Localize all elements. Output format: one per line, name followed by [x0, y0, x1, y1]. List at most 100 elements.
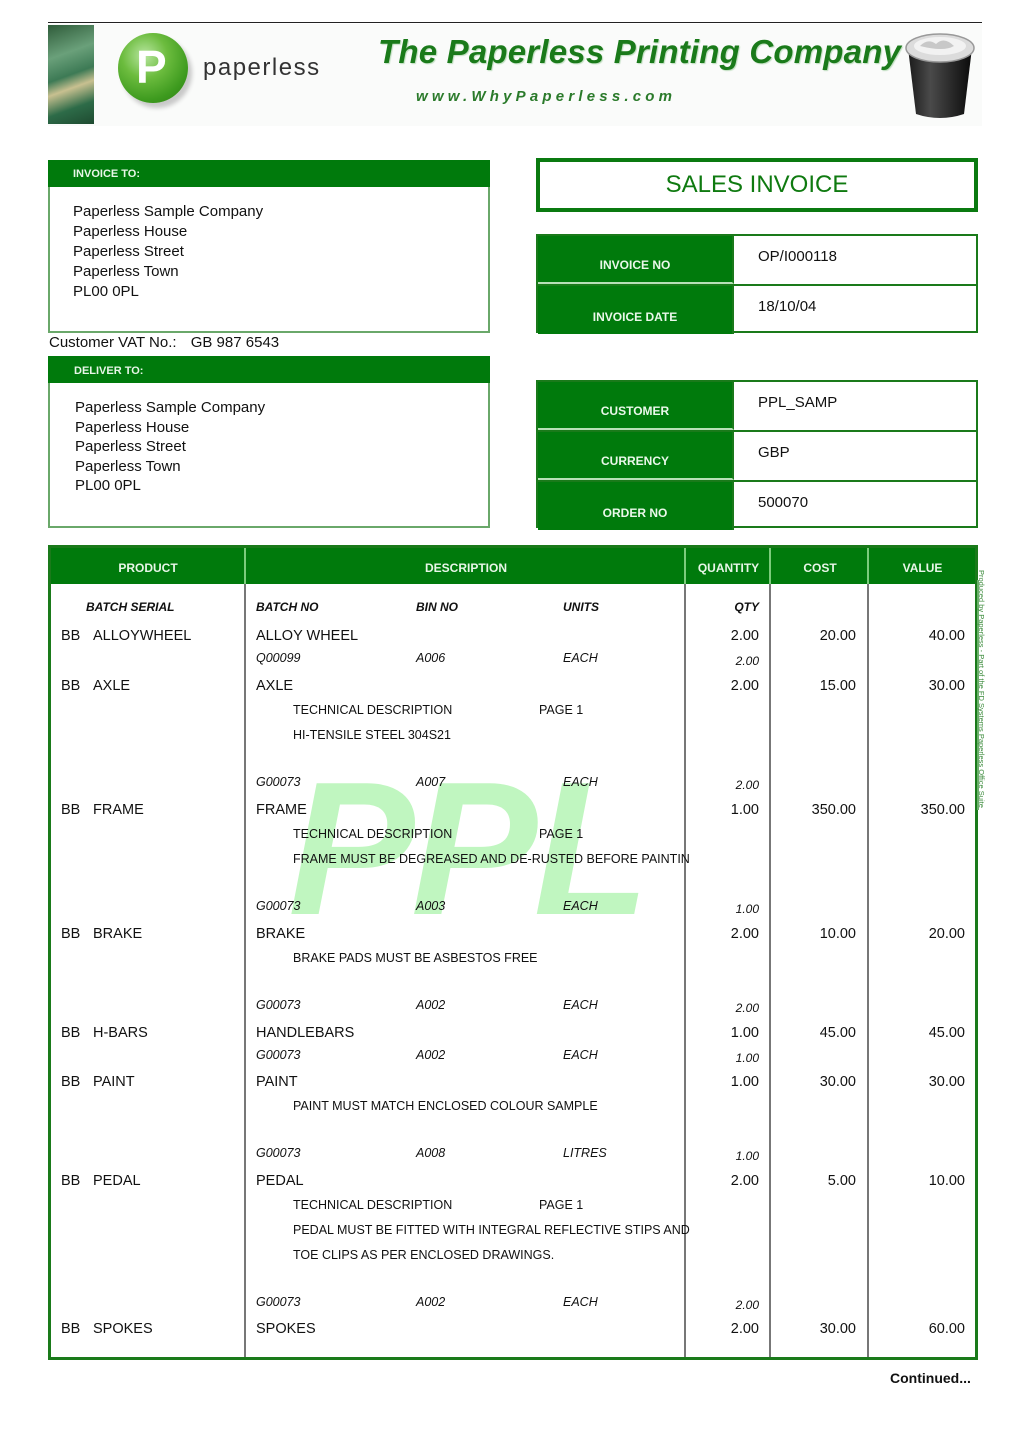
- cost-cell: 20.00: [819, 628, 856, 644]
- currency-value: GBP: [758, 444, 790, 461]
- table-header: PRODUCT DESCRIPTION QUANTITY COST VALUE: [51, 548, 975, 584]
- document-title: SALES INVOICE: [536, 158, 978, 212]
- value-cell: 40.00: [928, 628, 965, 644]
- header-photo: [48, 25, 94, 124]
- note-text: FRAME MUST BE DEGREASED AND DE-RUSTED BE…: [293, 852, 690, 866]
- deliver-to-line: Paperless Sample Company: [75, 399, 266, 416]
- units: LITRES: [563, 1146, 607, 1160]
- customer-vat: Customer VAT No.: GB 987 6543: [49, 334, 279, 351]
- note-page: PAGE 1: [539, 827, 584, 841]
- header-divider: [684, 548, 686, 584]
- product-code: ALLOYWHEEL: [93, 628, 192, 644]
- cost-cell: 15.00: [819, 678, 856, 694]
- quantity-cell: 1.00: [730, 1074, 759, 1090]
- quantity-cell: 2.00: [730, 926, 759, 942]
- invoice-to-line: Paperless Street: [73, 243, 184, 260]
- product-code: PAINT: [93, 1074, 135, 1090]
- order-no-row: ORDER NO 500070: [538, 482, 976, 530]
- quantity-cell: 2.00: [730, 1173, 759, 1189]
- cost-cell: 30.00: [819, 1074, 856, 1090]
- produced-by-text: Produced by Paperless - Part of the FD S…: [977, 570, 986, 808]
- quantity-cell: 2.00: [730, 678, 759, 694]
- quantity-cell: 1.00: [730, 802, 759, 818]
- product-prefix: BB: [61, 1321, 81, 1337]
- value-cell: 60.00: [928, 1321, 965, 1337]
- bin-no: A006: [416, 651, 446, 665]
- continued-label: Continued...: [890, 1370, 971, 1386]
- deliver-to-label: DELIVER TO:: [74, 365, 144, 377]
- waste-bin-icon: [905, 33, 975, 118]
- product-description: ALLOY WHEEL: [256, 628, 359, 644]
- column-divider: [867, 548, 869, 1357]
- units: EACH: [563, 899, 598, 913]
- product-prefix: BB: [61, 802, 81, 818]
- batch-qty: 2.00: [735, 1001, 759, 1015]
- invoice-to-line: Paperless Sample Company: [73, 203, 264, 220]
- product-code: FRAME: [93, 802, 144, 818]
- product-description: PAINT: [256, 1074, 298, 1090]
- invoice-no-row: INVOICE NO OP/I000118: [538, 236, 976, 286]
- header-divider: [867, 548, 869, 584]
- currency-label: CURRENCY: [538, 432, 734, 480]
- invoice-to-line: Paperless House: [73, 223, 188, 240]
- product-description: PEDAL: [256, 1173, 304, 1189]
- line-items-table: PRODUCT DESCRIPTION QUANTITY COST VALUE …: [48, 545, 978, 1360]
- customer-value: PPL_SAMP: [758, 394, 838, 411]
- units: EACH: [563, 998, 598, 1012]
- logo-letter: P: [136, 41, 167, 93]
- product-code: AXLE: [93, 678, 131, 694]
- product-description: SPOKES: [256, 1321, 316, 1337]
- subheader-qty: QTY: [734, 600, 759, 614]
- bin-no: A003: [416, 899, 446, 913]
- batch-no: G00073: [256, 1295, 301, 1309]
- value-cell: 10.00: [928, 1173, 965, 1189]
- product-code: H-BARS: [93, 1025, 148, 1041]
- units: EACH: [563, 775, 598, 789]
- company-name: The Paperless Printing Company: [378, 33, 902, 70]
- batch-no: Q00099: [256, 651, 301, 665]
- note-text: TOE CLIPS AS PER ENCLOSED DRAWINGS.: [293, 1248, 555, 1262]
- deliver-to-line: Paperless Street: [75, 438, 186, 455]
- product-prefix: BB: [61, 628, 81, 644]
- bin-no: A002: [416, 1295, 446, 1309]
- units: EACH: [563, 1295, 598, 1309]
- header-description: DESCRIPTION: [424, 561, 507, 575]
- cost-cell: 10.00: [819, 926, 856, 942]
- batch-qty: 1.00: [735, 1051, 759, 1065]
- batch-no: G00073: [256, 899, 301, 913]
- header-quantity: QUANTITY: [697, 561, 760, 575]
- batch-qty: 1.00: [735, 1149, 759, 1163]
- invoice-no-value: OP/I000118: [758, 248, 837, 265]
- invoice-info-table: INVOICE NO OP/I000118 INVOICE DATE 18/10…: [536, 234, 978, 334]
- batch-no: G00073: [256, 775, 301, 789]
- batch-qty: 2.00: [735, 778, 759, 792]
- invoice-to-label: INVOICE TO:: [73, 168, 141, 180]
- value-cell: 20.00: [928, 926, 965, 942]
- invoice-date-row: INVOICE DATE 18/10/04: [538, 286, 976, 334]
- header-value: VALUE: [902, 561, 943, 575]
- vat-label: Customer VAT No.:: [49, 334, 177, 351]
- invoice-to-line: PL00 0PL: [73, 283, 139, 300]
- product-prefix: BB: [61, 1173, 81, 1189]
- note-text: TECHNICAL DESCRIPTION: [293, 827, 453, 841]
- cost-cell: 45.00: [819, 1025, 856, 1041]
- batch-no: G00073: [256, 1146, 301, 1160]
- header-product: PRODUCT: [118, 561, 178, 575]
- subheader-units: UNITS: [563, 600, 599, 614]
- order-no-value: 500070: [758, 494, 809, 511]
- note-text: PAINT MUST MATCH ENCLOSED COLOUR SAMPLE: [293, 1099, 598, 1113]
- bin-no: A002: [416, 998, 446, 1012]
- column-divider: [244, 548, 246, 1357]
- customer-label: CUSTOMER: [538, 382, 734, 430]
- quantity-cell: 2.00: [730, 628, 759, 644]
- batch-qty: 1.00: [735, 902, 759, 916]
- note-page: PAGE 1: [539, 1198, 584, 1212]
- invoice-no-label: INVOICE NO: [538, 236, 734, 284]
- subheader-batch-no: BATCH NO: [256, 600, 319, 614]
- value-cell: 45.00: [928, 1025, 965, 1041]
- units: EACH: [563, 1048, 598, 1062]
- customer-row: CUSTOMER PPL_SAMP: [538, 382, 976, 432]
- note-text: TECHNICAL DESCRIPTION: [293, 1198, 453, 1212]
- product-description: BRAKE: [256, 926, 306, 942]
- product-code: SPOKES: [93, 1321, 153, 1337]
